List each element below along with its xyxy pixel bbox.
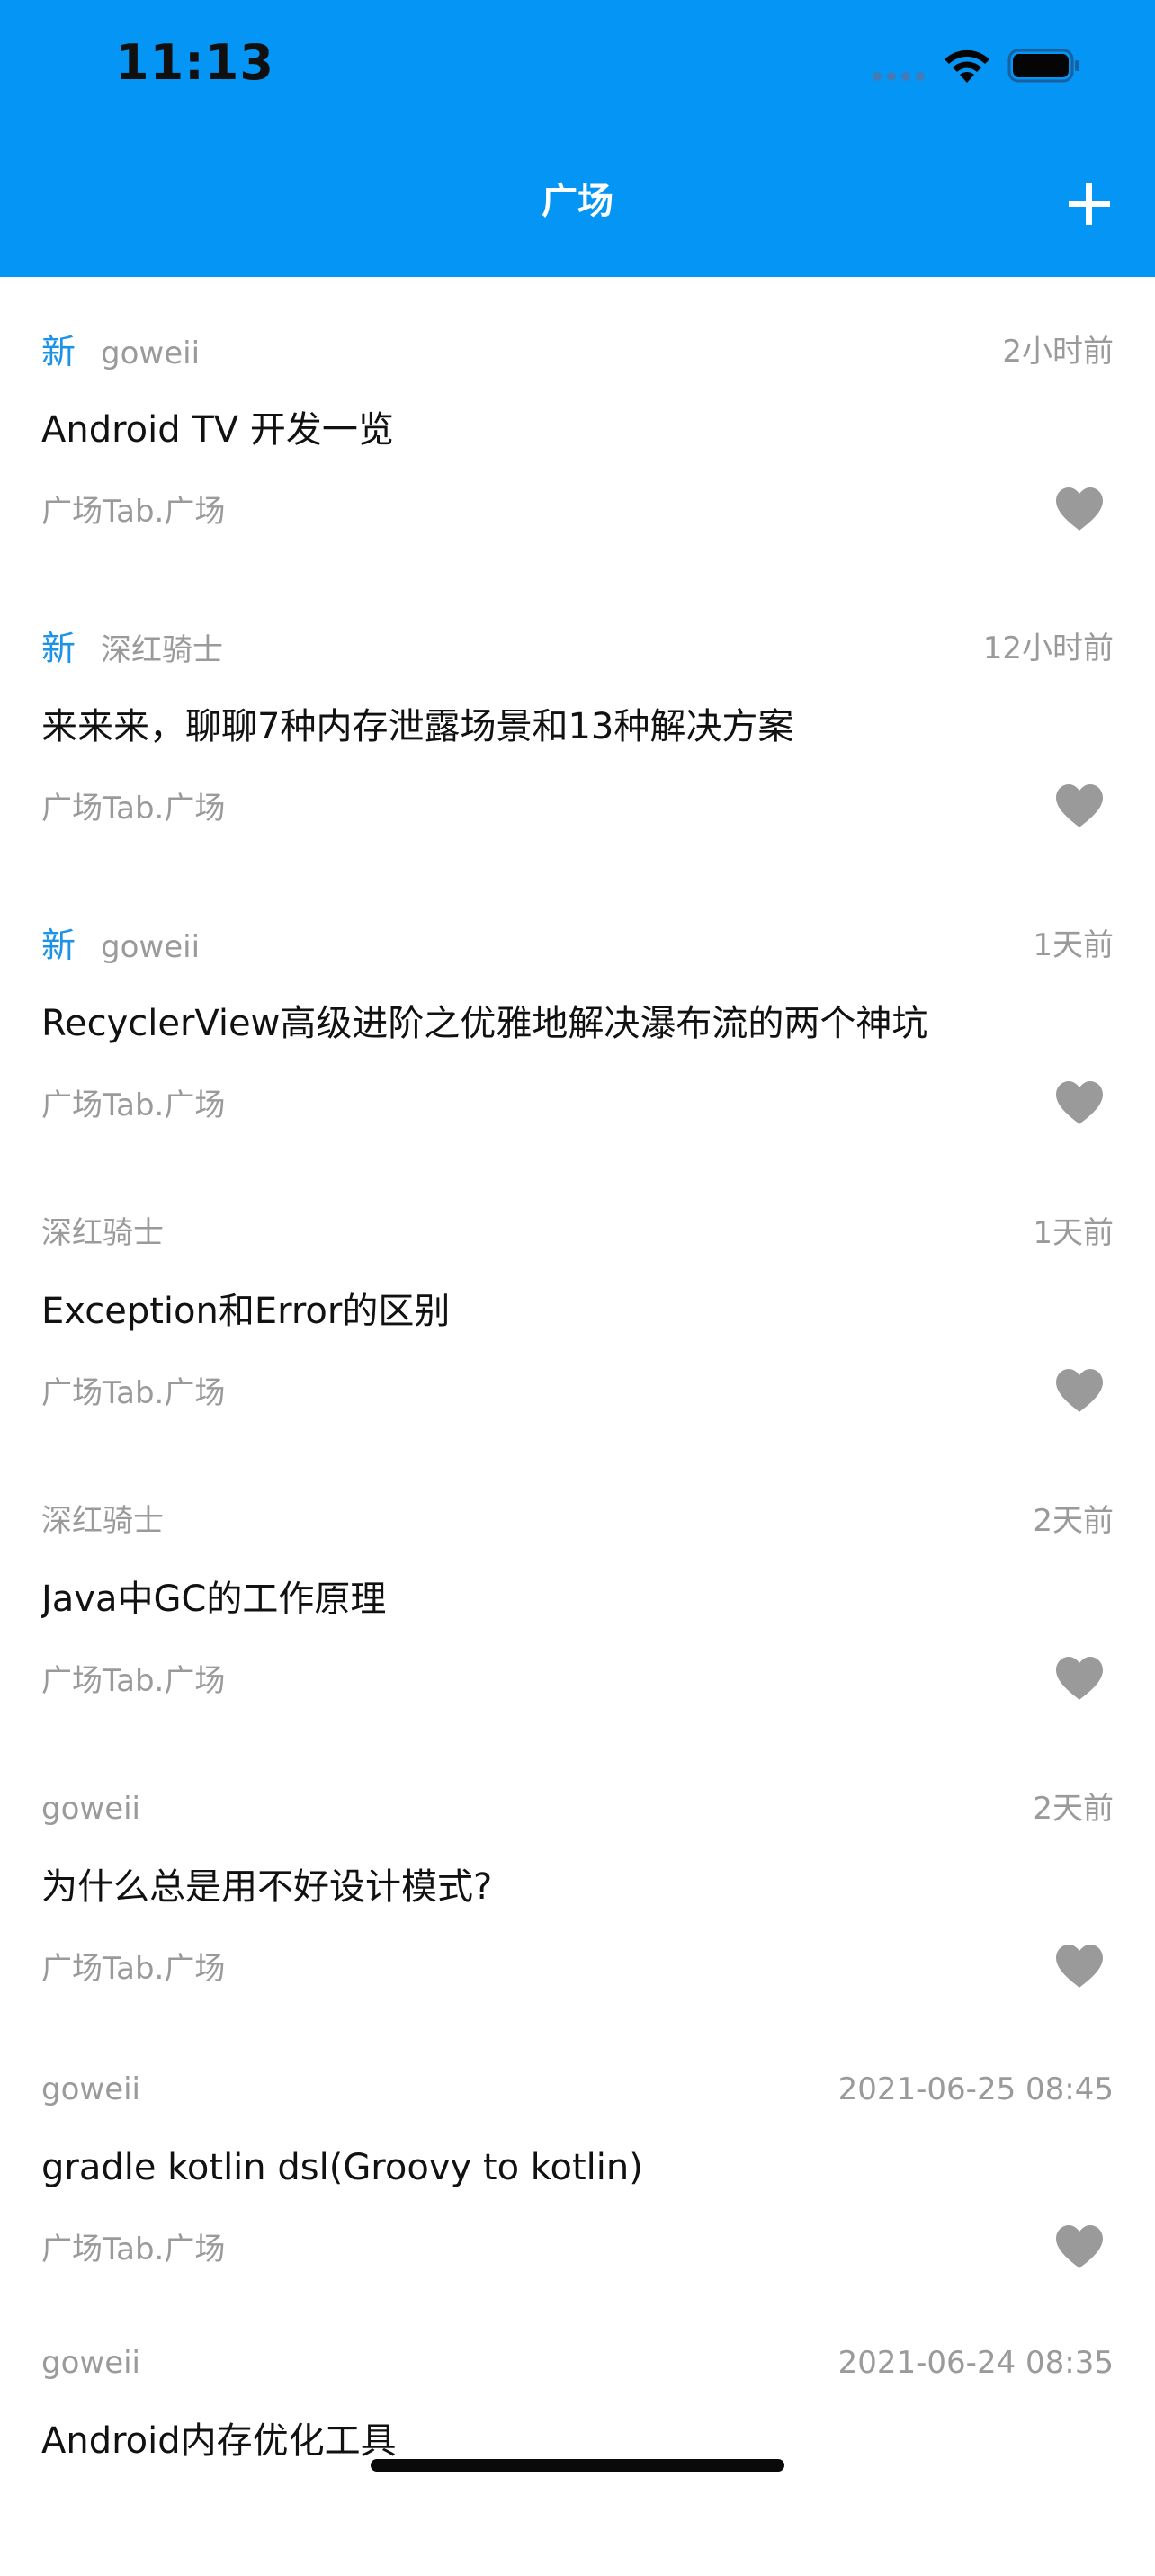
heart-icon[interactable] bbox=[1054, 1943, 1105, 1990]
author-name[interactable]: 深红骑士 bbox=[101, 632, 223, 668]
battery-icon bbox=[1007, 49, 1079, 83]
article-title[interactable]: 为什么总是用不好设计模式? bbox=[41, 1860, 1076, 1914]
heart-icon[interactable] bbox=[1054, 1079, 1105, 1126]
article-title[interactable]: Android TV 开发一览 bbox=[41, 403, 1076, 457]
author-name[interactable]: goweii bbox=[41, 2345, 140, 2381]
heart-icon[interactable] bbox=[1054, 783, 1105, 829]
article-category: 广场Tab.广场 bbox=[41, 2232, 226, 2267]
page-title: 广场 bbox=[542, 181, 613, 222]
item-meta: 新 goweii bbox=[41, 923, 200, 968]
item-meta: goweii bbox=[41, 2340, 140, 2385]
list-item[interactable]: goweii 2天前 为什么总是用不好设计模式? 广场Tab.广场 bbox=[0, 1734, 1155, 2022]
cellular-signal-icon bbox=[873, 72, 927, 81]
article-category: 广场Tab.广场 bbox=[41, 494, 226, 530]
add-post-button[interactable] bbox=[1061, 176, 1117, 232]
post-time: 2天前 bbox=[1033, 1503, 1114, 1539]
heart-icon[interactable] bbox=[1054, 2223, 1105, 2270]
author-name[interactable]: goweii bbox=[101, 929, 200, 965]
post-time: 2021-06-25 08:45 bbox=[837, 2071, 1114, 2107]
author-name[interactable]: goweii bbox=[101, 335, 200, 371]
item-meta: goweii bbox=[41, 2067, 140, 2112]
article-category: 广场Tab.广场 bbox=[41, 791, 226, 827]
home-indicator[interactable] bbox=[371, 2459, 784, 2472]
list-item[interactable]: 新 goweii 1天前 RecyclerView高级进阶之优雅地解决瀑布流的两个… bbox=[0, 871, 1155, 1158]
item-meta: 新深红骑士 bbox=[41, 626, 223, 671]
status-bar-time: 11:13 bbox=[115, 34, 274, 91]
post-time: 2天前 bbox=[1033, 1791, 1114, 1827]
list-item[interactable]: 深红骑士 1天前 Exception和Error的区别 广场Tab.广场 bbox=[0, 1158, 1155, 1446]
article-category: 广场Tab.广场 bbox=[41, 1951, 226, 1987]
item-meta: 新 goweii bbox=[41, 329, 200, 374]
list-item[interactable]: 新 goweii 2小时前 Android TV 开发一览 广场Tab.广场 bbox=[0, 277, 1155, 565]
article-title[interactable]: Exception和Error的区别 bbox=[41, 1284, 1076, 1338]
post-time: 1天前 bbox=[1033, 1215, 1114, 1251]
article-title[interactable]: Java中GC的工作原理 bbox=[41, 1572, 1076, 1626]
item-meta: 深红骑士 bbox=[41, 1211, 164, 1256]
item-meta: 深红骑士 bbox=[41, 1498, 164, 1543]
article-category: 广场Tab.广场 bbox=[41, 1375, 226, 1411]
post-time: 12小时前 bbox=[982, 631, 1114, 666]
author-name[interactable]: goweii bbox=[41, 1791, 140, 1827]
article-category: 广场Tab.广场 bbox=[41, 1087, 226, 1123]
author-name[interactable]: goweii bbox=[41, 2071, 140, 2107]
list-item[interactable]: goweii 2021-06-24 08:35 Android内存优化工具 bbox=[0, 2288, 1155, 2576]
article-title[interactable]: gradle kotlin dsl(Groovy to kotlin) bbox=[41, 2141, 1076, 2195]
new-badge: 新 bbox=[41, 332, 76, 371]
new-badge: 新 bbox=[41, 629, 76, 668]
heart-icon[interactable] bbox=[1054, 1655, 1105, 1702]
list-item[interactable]: 新深红骑士 12小时前 来来来，聊聊7种内存泄露场景和13种解决方案 广场Tab… bbox=[0, 574, 1155, 862]
post-time: 2小时前 bbox=[1002, 334, 1114, 370]
heart-icon[interactable] bbox=[1054, 486, 1105, 532]
post-time: 1天前 bbox=[1033, 927, 1114, 963]
article-category: 广场Tab.广场 bbox=[41, 1663, 226, 1699]
list-item[interactable]: 深红骑士 2天前 Java中GC的工作原理 广场Tab.广场 bbox=[0, 1446, 1155, 1734]
article-title[interactable]: 来来来，聊聊7种内存泄露场景和13种解决方案 bbox=[41, 700, 1076, 754]
author-name[interactable]: 深红骑士 bbox=[41, 1503, 164, 1539]
author-name[interactable]: 深红骑士 bbox=[41, 1215, 164, 1251]
wifi-icon bbox=[945, 49, 989, 83]
heart-icon[interactable] bbox=[1054, 1367, 1105, 1414]
app-header: 11:13 广场 bbox=[0, 0, 1155, 277]
list-item[interactable]: goweii 2021-06-25 08:45 gradle kotlin ds… bbox=[0, 2015, 1155, 2303]
article-title[interactable]: RecyclerView高级进阶之优雅地解决瀑布流的两个神坑 bbox=[41, 997, 1076, 1051]
new-badge: 新 bbox=[41, 926, 76, 965]
item-meta: goweii bbox=[41, 1786, 140, 1831]
post-time: 2021-06-24 08:35 bbox=[837, 2345, 1114, 2381]
